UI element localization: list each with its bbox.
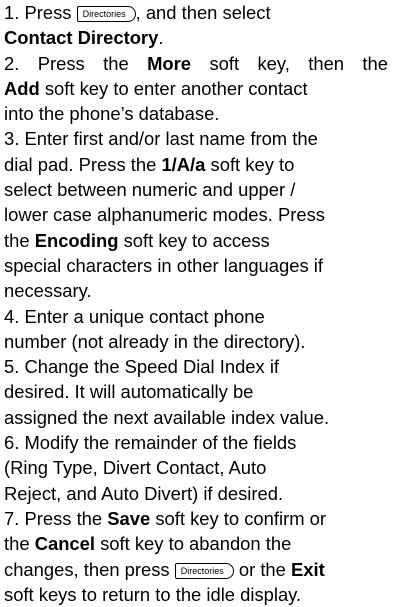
step-2-line-2: Add soft key to enter another contact	[4, 77, 308, 99]
step-3-line-3: select between numeric and upper /	[4, 179, 296, 201]
instructions-document: 1. Press Directories, and then select Co…	[4, 0, 388, 607]
step-3-line-5: the Encoding soft key to access	[4, 229, 270, 251]
step-1-line-1: 1. Press Directories, and then select	[4, 2, 271, 23]
step-7-line-3: changes, then press Directories or the E…	[4, 558, 325, 580]
step-2: 2. Press the More soft key, then the Add…	[4, 51, 388, 127]
step-1: 1. Press Directories, and then select Co…	[4, 0, 388, 51]
mode-softkey-label: 1/A/a	[161, 153, 206, 175]
step-5-line-3: assigned the next available index value.	[4, 406, 330, 428]
step-1-line-2: Contact Directory.	[4, 27, 164, 49]
step-3-line-4: lower case alphanumeric modes. Press	[4, 204, 325, 226]
step-6: 6. Modify the remainder of the fields (R…	[4, 430, 388, 506]
step-4-line-2: number (not already in the directory).	[4, 330, 306, 352]
step-5-line-2: desired. It will automatically be	[4, 381, 254, 403]
step-3-line-6: special characters in other languages if	[4, 254, 323, 276]
step-7-line-2: the Cancel soft key to abandon the	[4, 533, 292, 555]
step-3: 3. Enter first and/or last name from the…	[4, 126, 388, 303]
step-7: 7. Press the Save soft key to confirm or…	[4, 506, 388, 607]
save-softkey-label: Save	[107, 507, 151, 529]
step-7-line-1: 7. Press the Save soft key to confirm or	[4, 507, 326, 529]
encoding-softkey-label: Encoding	[34, 229, 119, 251]
add-softkey-label: Add	[4, 77, 40, 99]
step-6-line-3: Reject, and Auto Divert) if desired.	[4, 482, 284, 504]
step-4: 4. Enter a unique contact phone number (…	[4, 304, 388, 355]
step-6-line-1: 6. Modify the remainder of the fields	[4, 432, 297, 454]
directories-key-icon: Directories	[174, 562, 234, 579]
more-softkey-label: More	[147, 52, 192, 74]
step-7-line-4: soft keys to return to the idle display.	[4, 583, 302, 605]
directories-key-icon: Directories	[76, 6, 136, 22]
step-2-line-1: 2. Press the More soft key, then the	[4, 52, 388, 74]
step-5: 5. Change the Speed Dial Index if desire…	[4, 354, 388, 430]
step-3-line-2: dial pad. Press the 1/A/a soft key to	[4, 153, 295, 175]
step-6-line-2: (Ring Type, Divert Contact, Auto	[4, 457, 267, 479]
step-3-line-1: 3. Enter first and/or last name from the	[4, 128, 318, 150]
step-5-line-1: 5. Change the Speed Dial Index if	[4, 356, 280, 378]
step-3-line-7: necessary.	[4, 280, 92, 302]
step-4-line-1: 4. Enter a unique contact phone	[4, 305, 265, 327]
contact-directory-label: Contact Directory	[4, 27, 159, 49]
cancel-softkey-label: Cancel	[34, 533, 95, 555]
step-2-line-3: into the phone’s database.	[4, 103, 220, 125]
exit-softkey-label: Exit	[291, 558, 325, 580]
